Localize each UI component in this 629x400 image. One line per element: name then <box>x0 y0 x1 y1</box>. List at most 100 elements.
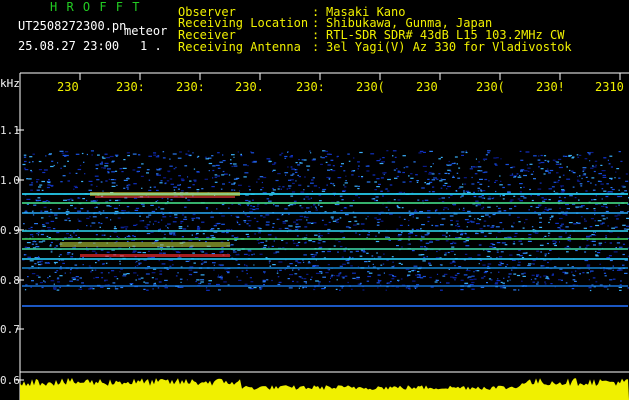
noise-pixel <box>582 174 586 176</box>
noise-pixel <box>586 272 589 274</box>
colon: : <box>312 40 320 54</box>
noise-pixel <box>477 254 481 256</box>
noise-pixel <box>126 206 130 208</box>
noise-pixel <box>191 217 196 219</box>
noise-pixel <box>72 278 76 281</box>
noise-pixel <box>159 270 163 272</box>
noise-pixel <box>498 207 501 209</box>
noise-pixel <box>572 275 576 277</box>
noise-pixel <box>579 175 581 177</box>
noise-pixel <box>454 253 456 256</box>
noise-pixel <box>383 173 385 176</box>
noise-pixel <box>396 175 400 178</box>
noise-pixel <box>595 281 598 283</box>
noise-pixel <box>22 163 26 166</box>
noise-pixel <box>480 232 484 234</box>
noise-pixel <box>357 188 360 190</box>
noise-pixel <box>533 171 534 173</box>
noise-pixel <box>336 155 339 157</box>
noise-pixel <box>96 185 98 187</box>
noise-pixel <box>308 240 312 242</box>
noise-pixel <box>297 269 300 271</box>
noise-pixel <box>179 151 182 153</box>
noise-pixel <box>124 226 129 228</box>
noise-pixel <box>436 178 439 180</box>
noise-pixel <box>88 265 91 267</box>
noise-pixel <box>573 223 577 225</box>
noise-pixel <box>451 261 456 263</box>
noise-pixel <box>154 239 159 242</box>
noise-pixel <box>60 167 62 169</box>
noise-pixel <box>355 232 357 234</box>
noise-pixel <box>492 213 496 216</box>
noise-pixel <box>275 251 280 253</box>
noise-pixel <box>449 215 454 217</box>
echo-streak <box>90 192 240 196</box>
noise-pixel <box>272 163 276 165</box>
noise-pixel <box>421 224 425 226</box>
noise-pixel <box>477 166 482 168</box>
noise-pixel <box>27 276 29 278</box>
noise-pixel <box>248 200 251 202</box>
noise-pixel <box>50 209 52 211</box>
noise-pixel <box>156 200 159 202</box>
noise-pixel <box>174 216 178 219</box>
noise-pixel <box>329 153 332 155</box>
noise-pixel <box>277 173 281 175</box>
noise-pixel <box>616 218 619 220</box>
noise-pixel <box>461 154 464 156</box>
noise-pixel <box>66 213 69 216</box>
noise-pixel <box>330 182 333 184</box>
noise-pixel <box>89 287 93 289</box>
noise-pixel <box>258 232 261 234</box>
noise-pixel <box>212 177 214 179</box>
noise-pixel <box>479 170 483 172</box>
noise-pixel <box>339 245 343 248</box>
noise-pixel <box>180 178 184 180</box>
noise-pixel <box>587 180 590 183</box>
noise-pixel <box>375 235 377 237</box>
noise-pixel <box>487 206 491 208</box>
noise-pixel <box>476 270 480 272</box>
noise-pixel <box>105 180 108 182</box>
noise-pixel <box>452 241 455 243</box>
noise-pixel <box>187 150 190 152</box>
noise-pixel <box>458 208 460 210</box>
noise-pixel <box>475 205 478 207</box>
noise-pixel <box>410 213 415 216</box>
noise-pixel <box>539 226 543 228</box>
noise-pixel <box>618 269 623 271</box>
noise-pixel <box>366 280 370 282</box>
noise-pixel <box>53 287 57 289</box>
noise-pixel <box>320 206 323 208</box>
noise-pixel <box>473 191 475 193</box>
noise-pixel <box>249 277 252 279</box>
noise-pixel <box>243 253 248 255</box>
noise-pixel <box>220 277 223 279</box>
noise-pixel <box>339 217 342 219</box>
noise-pixel <box>513 241 515 243</box>
noise-pixel <box>32 153 35 155</box>
noise-pixel <box>452 175 454 177</box>
noise-pixel <box>288 287 293 289</box>
noise-pixel <box>498 256 503 258</box>
noise-pixel <box>107 168 111 170</box>
noise-pixel <box>156 174 159 176</box>
noise-pixel <box>553 181 557 183</box>
noise-pixel <box>455 225 457 227</box>
noise-pixel <box>296 281 299 283</box>
noise-pixel <box>332 183 335 185</box>
noise-pixel <box>213 225 217 227</box>
noise-pixel <box>463 207 465 209</box>
noise-pixel <box>291 191 296 193</box>
noise-pixel <box>150 204 154 206</box>
x-tick-label: 230: <box>176 80 205 94</box>
noise-pixel <box>436 250 438 253</box>
noise-pixel <box>210 216 214 218</box>
noise-pixel <box>398 216 401 218</box>
noise-pixel <box>618 189 620 191</box>
noise-pixel <box>117 217 121 219</box>
noise-pixel <box>548 172 551 174</box>
noise-pixel <box>339 272 342 274</box>
noise-pixel <box>277 270 279 272</box>
